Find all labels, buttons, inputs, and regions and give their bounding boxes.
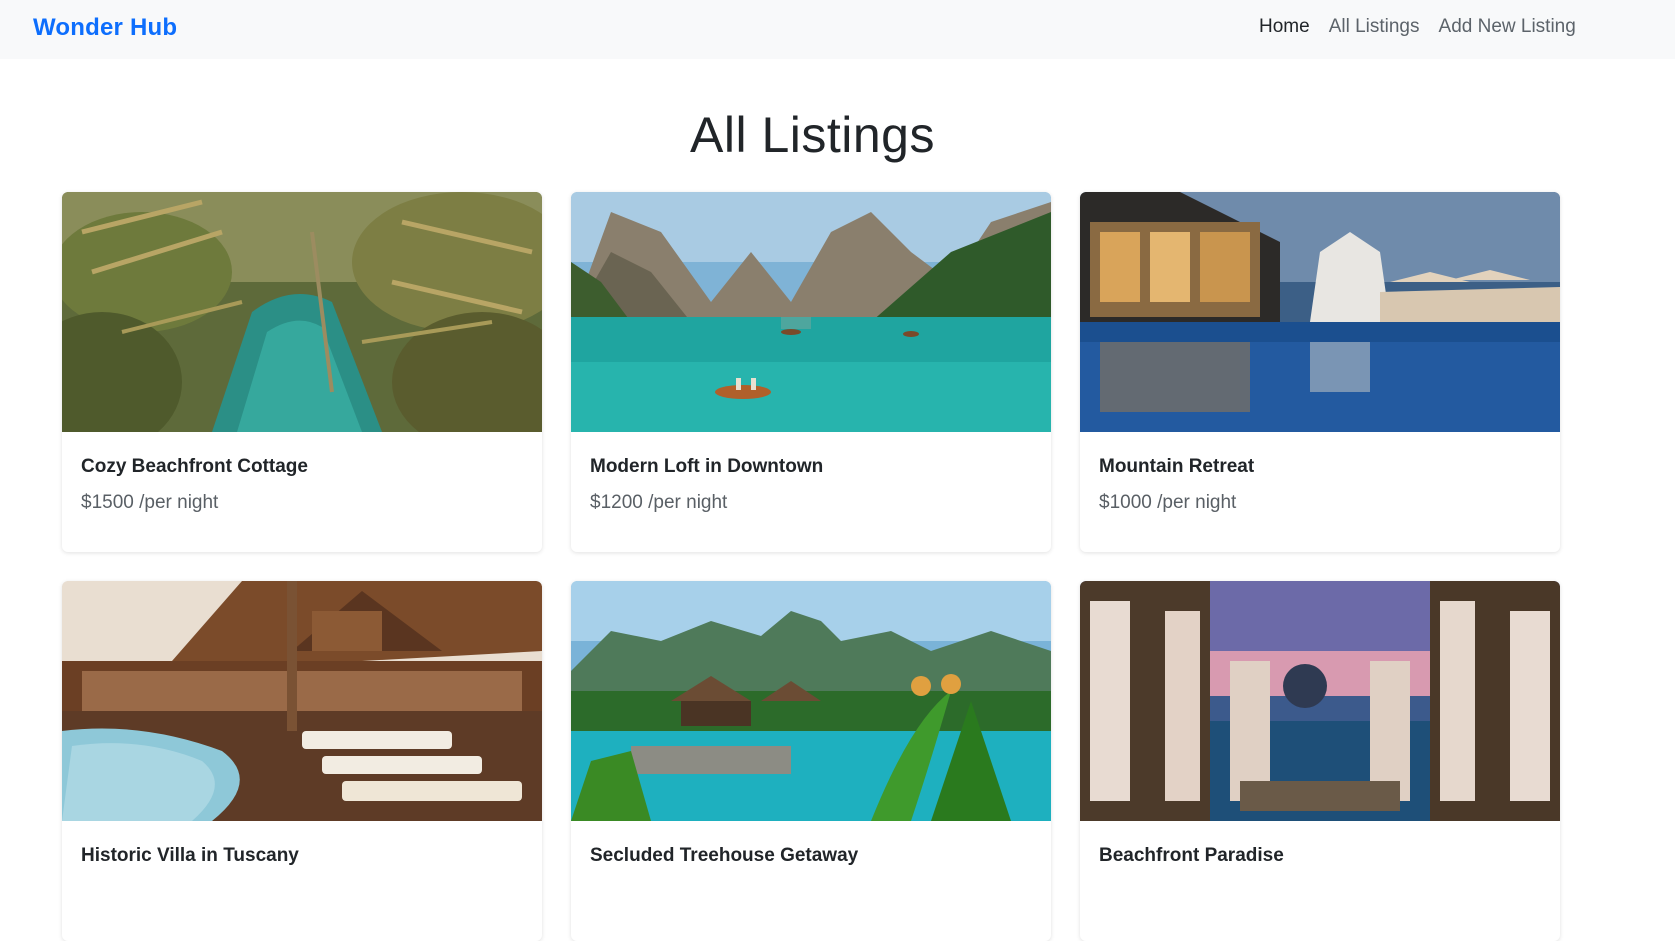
cabana-sunset-photo (1080, 581, 1560, 821)
listing-card[interactable]: Modern Loft in Downtown $1200 /per night (571, 192, 1051, 552)
nav-link-add-new-listing[interactable]: Add New Listing (1439, 16, 1576, 38)
listing-price: $1000 /per night (1099, 492, 1237, 513)
listing-image[interactable] (1080, 581, 1560, 821)
nav-link-home[interactable]: Home (1259, 16, 1310, 38)
navbar: Wonder Hub Home All Listings Add New Lis… (0, 0, 1675, 59)
listing-title: Historic Villa in Tuscany (81, 845, 299, 866)
listing-card[interactable]: Beachfront Paradise (1080, 581, 1560, 941)
listing-title: Mountain Retreat (1099, 456, 1255, 477)
resort-pool-night-photo (1080, 192, 1560, 432)
listing-title: Cozy Beachfront Cottage (81, 456, 308, 477)
tropical-river-photo (62, 192, 542, 432)
page-title: All Listings (690, 107, 935, 163)
listing-title: Beachfront Paradise (1099, 845, 1284, 866)
brand-logo[interactable]: Wonder Hub (33, 14, 177, 42)
listing-card[interactable]: Cozy Beachfront Cottage $1500 /per night (62, 192, 542, 552)
listing-image[interactable] (571, 192, 1051, 432)
listing-price: $1500 /per night (81, 492, 219, 513)
listings-grid: Cozy Beachfront Cottage $1500 /per night (62, 192, 1560, 941)
mountain-lake-photo (571, 192, 1051, 432)
listing-image[interactable] (571, 581, 1051, 821)
wooden-villa-pool-photo (62, 581, 542, 821)
listing-card[interactable]: Secluded Treehouse Getaway (571, 581, 1051, 941)
listing-image[interactable] (62, 581, 542, 821)
listing-title: Modern Loft in Downtown (590, 456, 824, 477)
listing-card[interactable]: Historic Villa in Tuscany (62, 581, 542, 941)
nav-links: Home All Listings Add New Listing (1259, 16, 1576, 38)
listing-card[interactable]: Mountain Retreat $1000 /per night (1080, 192, 1560, 552)
listing-image[interactable] (1080, 192, 1560, 432)
listing-title: Secluded Treehouse Getaway (590, 845, 859, 866)
jungle-resort-pool-photo (571, 581, 1051, 821)
listing-image[interactable] (62, 192, 542, 432)
nav-link-all-listings[interactable]: All Listings (1329, 16, 1420, 38)
listing-price: $1200 /per night (590, 492, 728, 513)
